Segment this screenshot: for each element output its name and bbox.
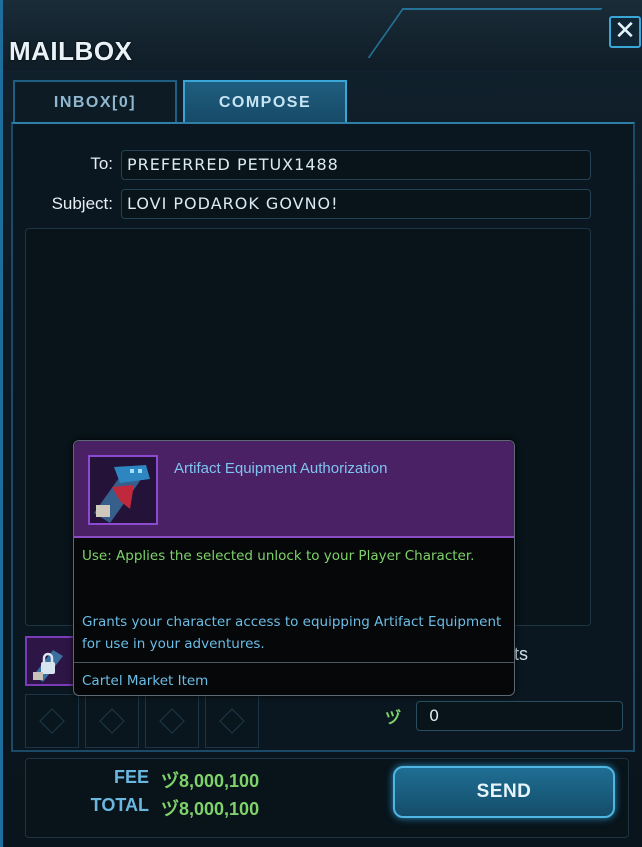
total-value: ヅ8,000,100 (161, 799, 260, 819)
to-label: To: (90, 154, 113, 173)
empty-slot-icon (159, 708, 185, 734)
lock-icon (27, 638, 73, 684)
fee-label: FEE (113, 767, 149, 787)
empty-slot-icon (219, 708, 245, 734)
window-title: MAILBOX (9, 36, 133, 66)
send-button[interactable]: SEND (393, 766, 615, 818)
attachment-slot[interactable] (205, 694, 259, 748)
tooltip-source: Cartel Market Item (82, 673, 209, 689)
artifact-authorization-icon (88, 455, 158, 525)
credits-icon: ヅ (385, 708, 402, 727)
tooltip-title: Artifact Equipment Authorization (174, 460, 388, 477)
close-icon[interactable]: ✕ (609, 16, 641, 48)
tab-compose[interactable]: COMPOSE (183, 80, 347, 122)
tab-inbox[interactable]: INBOX[0] (13, 80, 177, 122)
title-bar-decoration (367, 8, 603, 58)
tooltip-divider (74, 662, 514, 663)
credits-amount-input[interactable]: 0 (416, 701, 623, 731)
attachment-slot-filled[interactable] (25, 636, 75, 686)
mailbox-window: MAILBOX ✕ INBOX[0] COMPOSE To: PREFERRED… (0, 0, 642, 847)
subject-field[interactable]: LOVI PODAROK GOVNO! (121, 189, 591, 219)
to-field[interactable]: PREFERRED PETUX1488 (121, 150, 591, 180)
fee-value: ヅ8,000,100 (161, 771, 260, 791)
tooltip-description: Grants your character access to equippin… (82, 614, 502, 652)
credits-icon: ヅ (161, 771, 179, 791)
empty-slot-icon (99, 708, 125, 734)
attachment-slot[interactable] (145, 694, 199, 748)
tooltip-header: Artifact Equipment Authorization (74, 441, 514, 538)
attachment-slot[interactable] (25, 694, 79, 748)
tooltip-use-text: Use: Applies the selected unlock to your… (82, 548, 475, 564)
subject-label: Subject: (51, 194, 113, 213)
attachment-slot[interactable] (85, 694, 139, 748)
item-tooltip: Artifact Equipment Authorization Use: Ap… (73, 440, 515, 696)
credits-icon: ヅ (161, 799, 179, 819)
empty-slot-icon (39, 708, 65, 734)
total-label: TOTAL (90, 795, 149, 815)
